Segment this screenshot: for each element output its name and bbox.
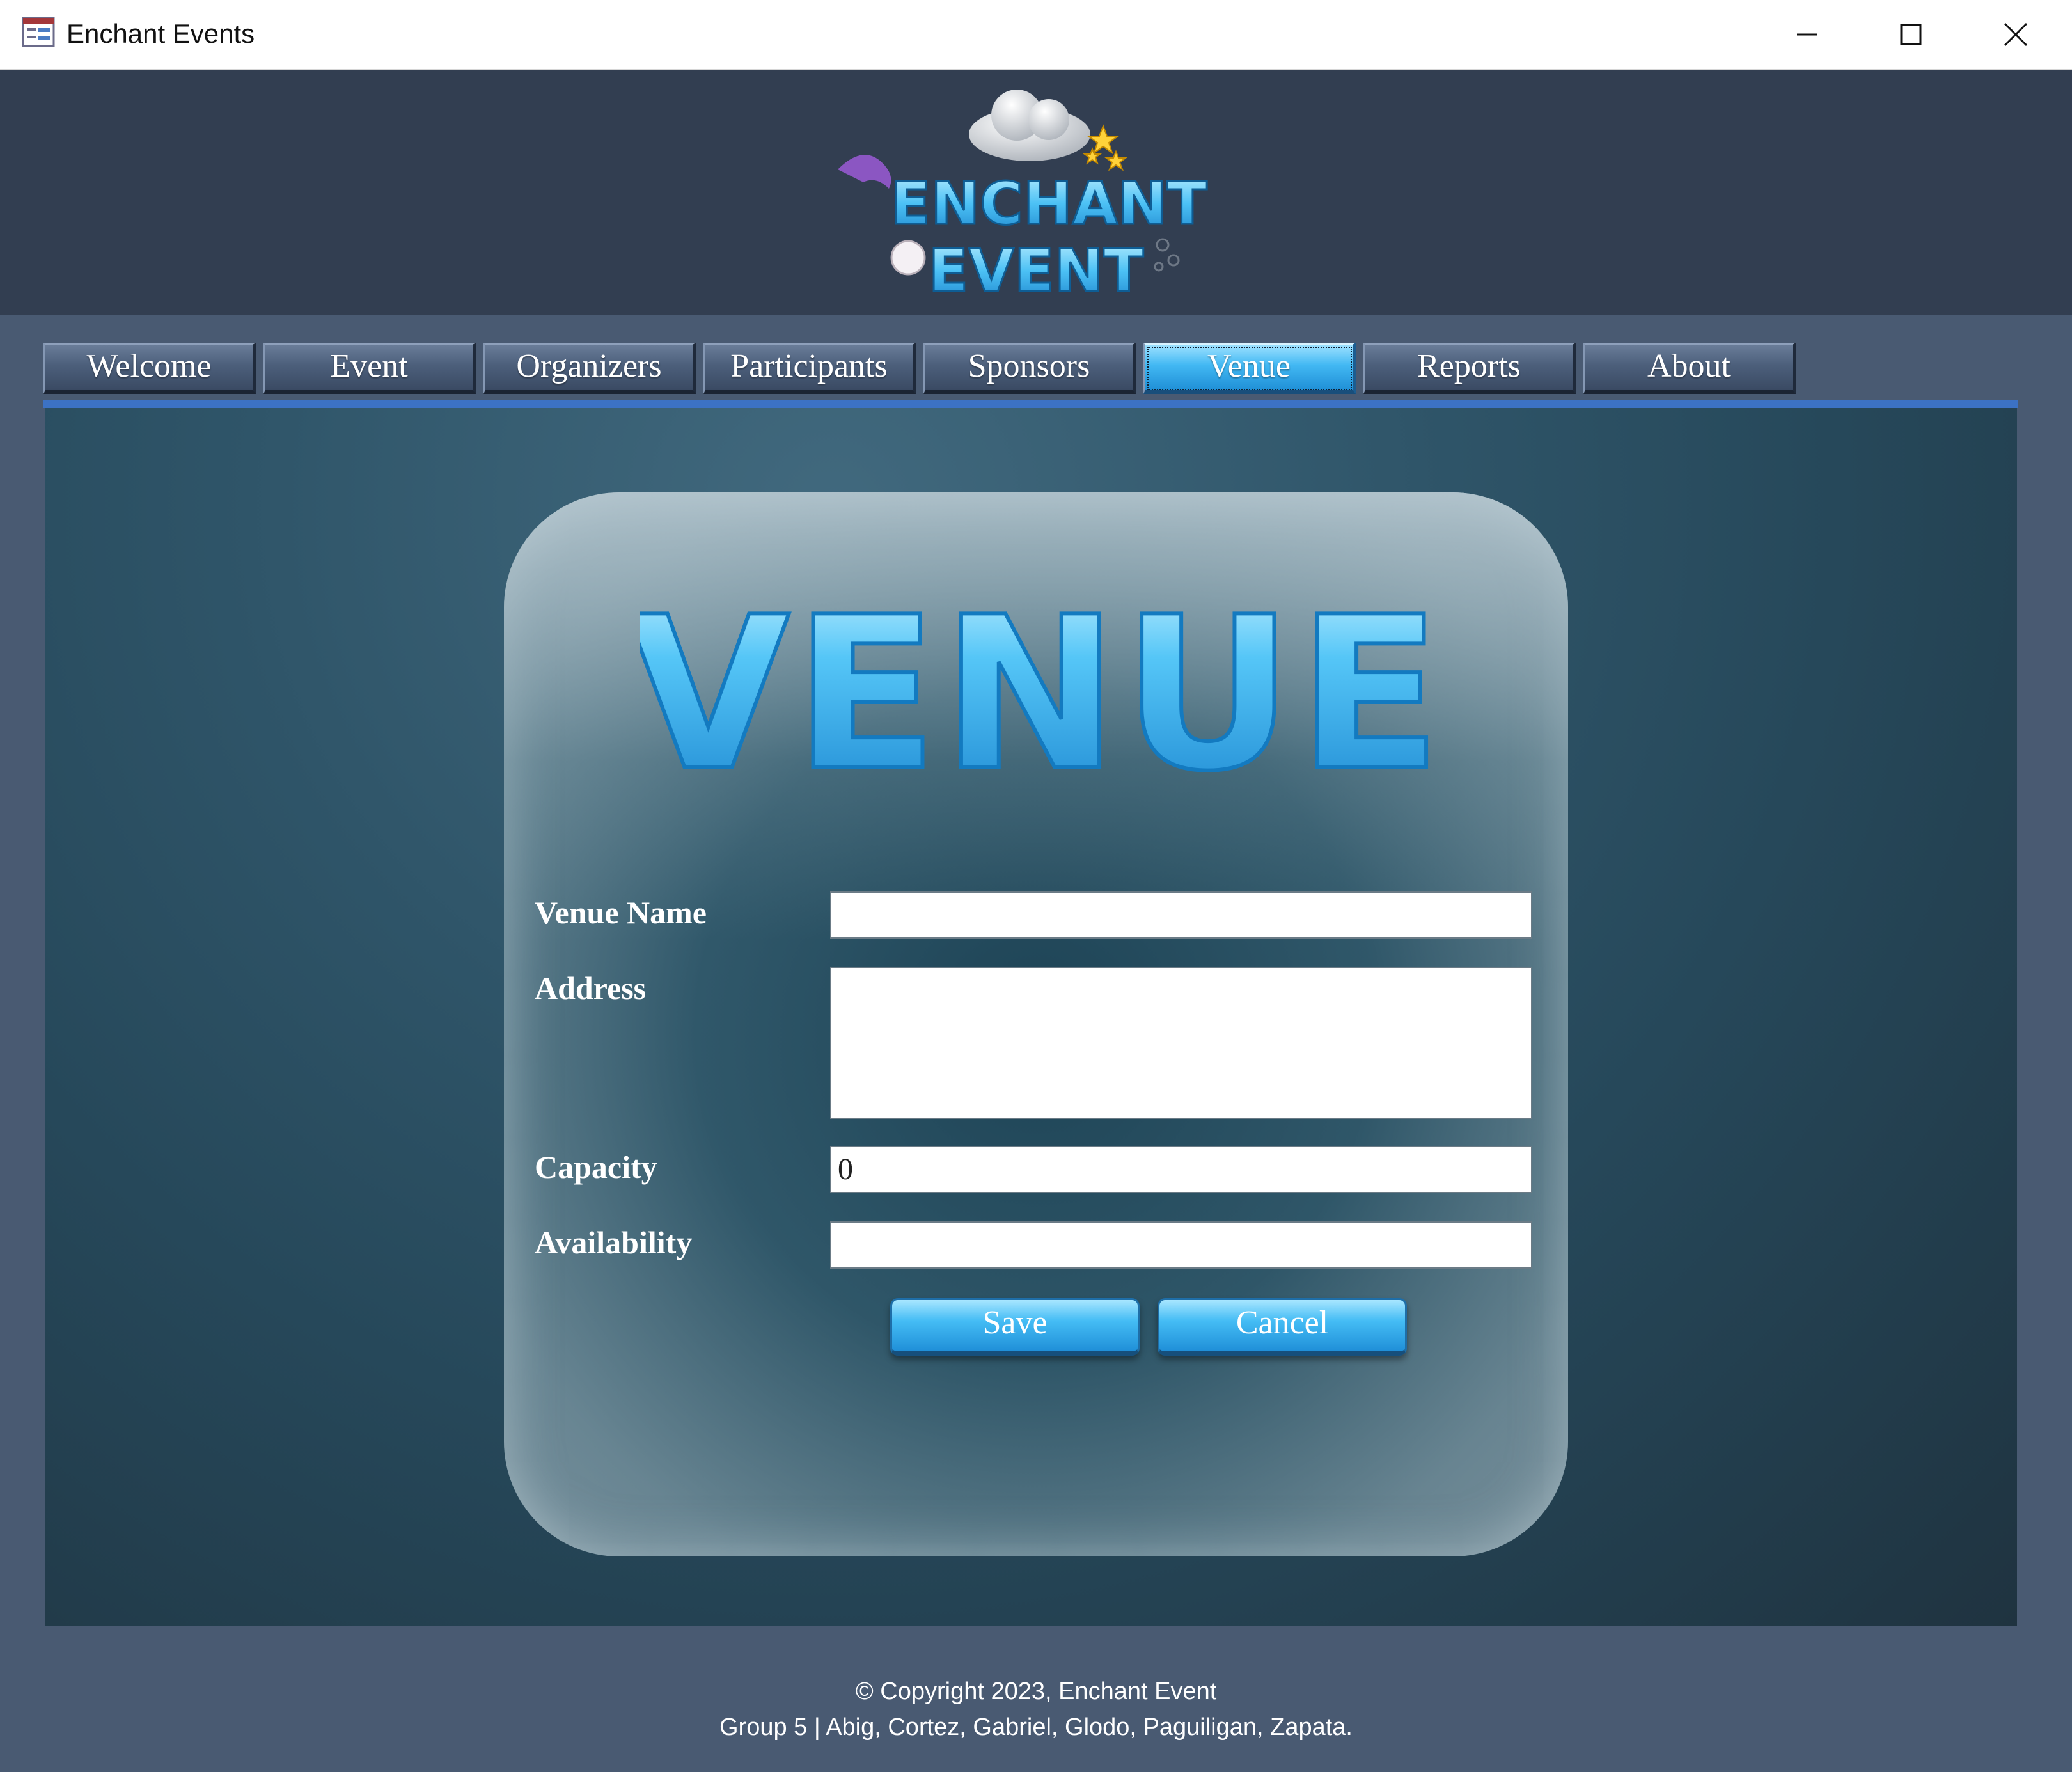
tab-underline	[43, 400, 2018, 408]
credits-text: Group 5 | Abig, Cortez, Gabriel, Glodo, …	[719, 1714, 1353, 1741]
star-icon	[1082, 124, 1127, 171]
tab-welcome[interactable]: Welcome	[43, 343, 256, 394]
close-icon	[2004, 22, 2028, 47]
title-bar: Enchant Events	[0, 0, 2072, 70]
address-label: Address	[535, 970, 647, 1006]
tab-organizers[interactable]: Organizers	[483, 343, 696, 394]
availability-input[interactable]	[830, 1221, 1532, 1269]
logo-text-line1: ENCHANT	[890, 169, 1207, 238]
cloud-icon	[969, 90, 1090, 161]
maximize-button[interactable]	[1860, 0, 1962, 69]
tab-reports[interactable]: Reports	[1363, 343, 1576, 394]
close-button[interactable]	[1965, 0, 2067, 69]
window-title: Enchant Events	[67, 19, 255, 49]
address-input[interactable]	[830, 967, 1532, 1119]
bubbles-icon	[1154, 238, 1180, 272]
access-form-icon	[22, 17, 55, 47]
minimize-button[interactable]	[1756, 0, 1858, 69]
tab-sponsors[interactable]: Sponsors	[923, 343, 1136, 394]
venue-heading: VENUE	[640, 576, 1432, 812]
venue-name-input[interactable]	[830, 891, 1532, 939]
tab-participants[interactable]: Participants	[703, 343, 916, 394]
tab-event[interactable]: Event	[263, 343, 476, 394]
copyright-text: © Copyright 2023, Enchant Event	[855, 1678, 1217, 1705]
capacity-label: Capacity	[535, 1149, 657, 1185]
enchant-event-logo: ENCHANT EVENT	[838, 90, 1208, 306]
minimize-icon	[1797, 33, 1817, 36]
venue-name-label: Venue Name	[535, 895, 707, 930]
tab-about[interactable]: About	[1583, 343, 1796, 394]
cancel-button[interactable]: Cancel	[1158, 1298, 1407, 1356]
tab-venue[interactable]: Venue	[1143, 343, 1356, 394]
capacity-input[interactable]: 0	[830, 1146, 1532, 1193]
logo-text-line2: EVENT	[929, 237, 1144, 305]
magic-trail-icon	[838, 155, 891, 189]
venue-heading-text: VENUE	[640, 576, 1432, 812]
save-button[interactable]: Save	[890, 1298, 1140, 1356]
availability-label: Availability	[535, 1225, 693, 1260]
maximize-icon	[1900, 24, 1922, 45]
bunny-icon	[890, 240, 926, 276]
